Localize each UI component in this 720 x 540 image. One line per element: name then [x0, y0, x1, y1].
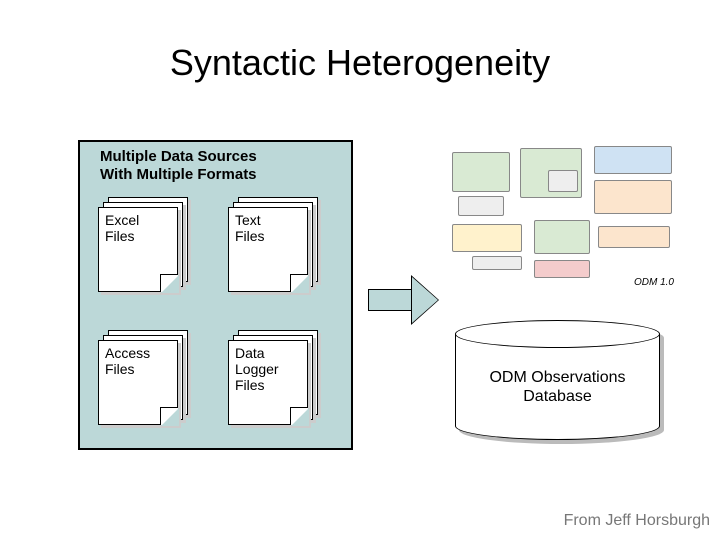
- database-cylinder-icon: ODM ObservationsDatabase: [455, 320, 660, 440]
- schema-version-label: ODM 1.0: [634, 277, 674, 288]
- text-files-stack: TextFiles: [228, 197, 318, 292]
- excel-files-label: ExcelFiles: [105, 212, 139, 244]
- access-files-label: AccessFiles: [105, 345, 150, 377]
- slide-title: Syntactic Heterogeneity: [0, 0, 720, 84]
- data-sources-panel: Multiple Data SourcesWith Multiple Forma…: [78, 140, 353, 450]
- data-logger-files-stack: DataLoggerFiles: [228, 330, 318, 425]
- access-files-stack: AccessFiles: [98, 330, 188, 425]
- sources-heading: Multiple Data SourcesWith Multiple Forma…: [100, 148, 257, 184]
- attribution-text: From Jeff Horsburgh: [564, 512, 710, 530]
- flow-arrow-icon: [368, 275, 438, 325]
- text-files-label: TextFiles: [235, 212, 265, 244]
- odm-schema-diagram: ODM 1.0: [448, 140, 678, 290]
- excel-files-stack: ExcelFiles: [98, 197, 188, 292]
- database-label: ODM ObservationsDatabase: [455, 368, 660, 406]
- data-logger-files-label: DataLoggerFiles: [235, 345, 279, 393]
